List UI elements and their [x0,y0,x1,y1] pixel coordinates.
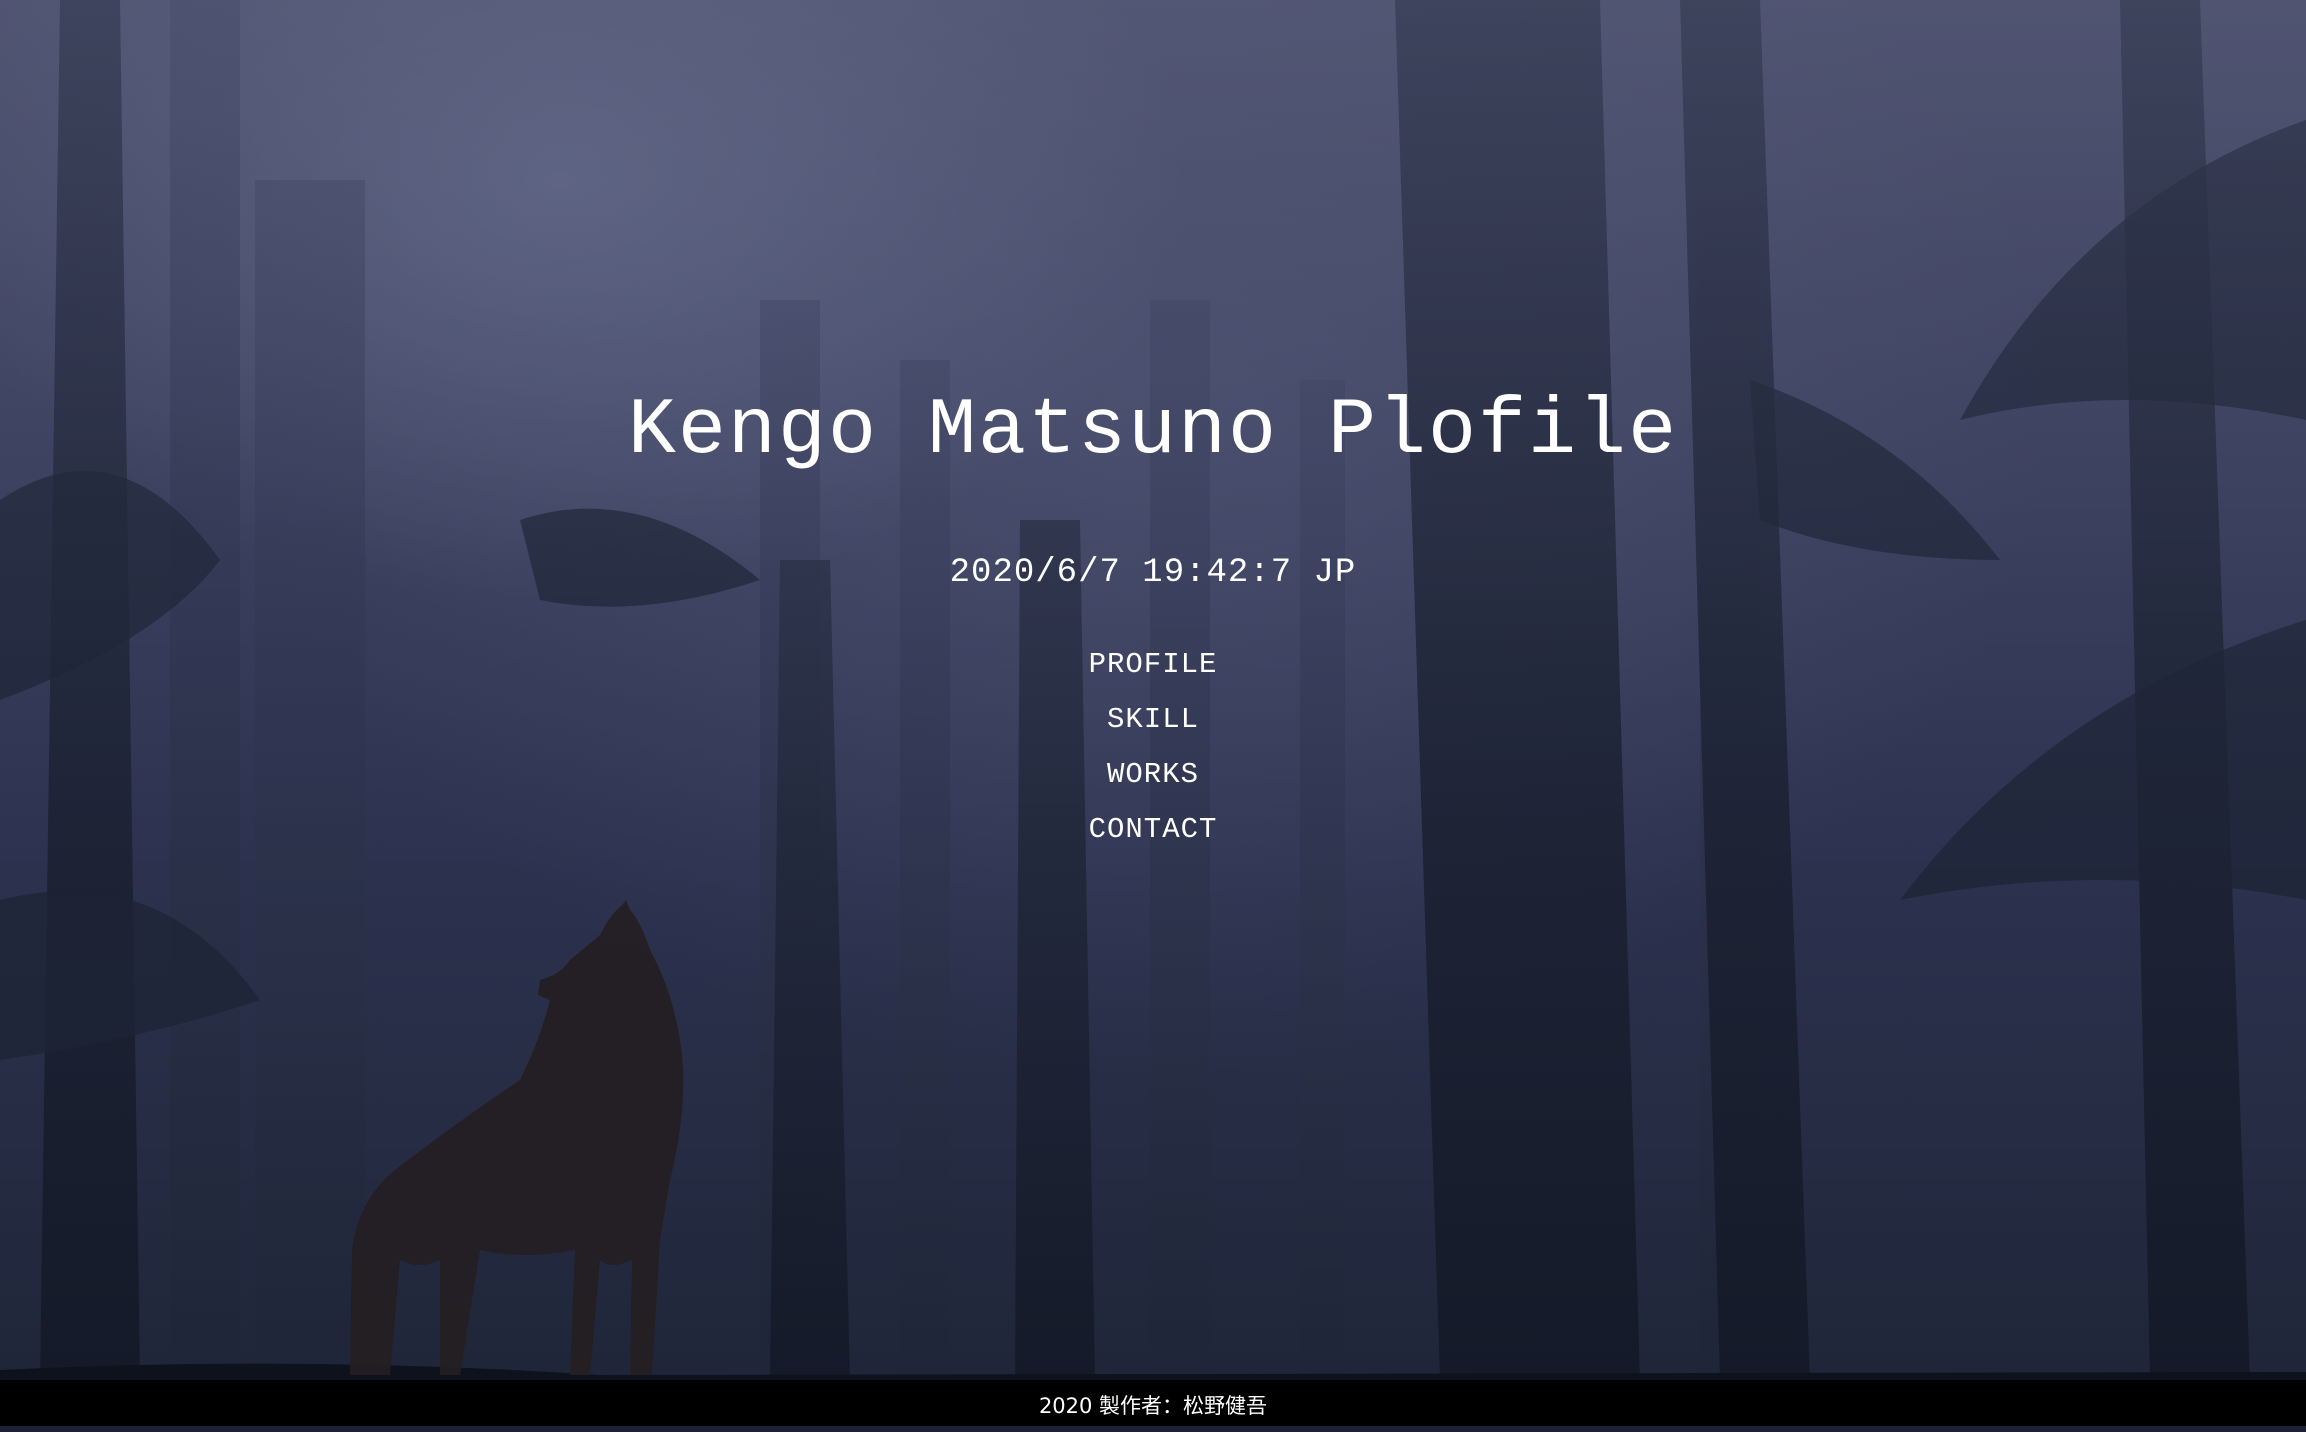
nav-link-profile[interactable]: PROFILE [1089,648,1218,681]
footer-credit: 2020 製作者：松野健吾 [1038,1394,1268,1418]
nav-item-profile: PROFILE [0,648,2306,703]
footer: 2020 製作者：松野健吾 [0,1380,2306,1426]
nav-item-works: WORKS [0,758,2306,813]
current-datetime: 2020/6/7 19:42:7 JP [949,554,1357,592]
nav-link-contact[interactable]: CONTACT [1089,813,1218,846]
nav-link-works[interactable]: WORKS [1107,758,1199,791]
nav-link-skill[interactable]: SKILL [1107,703,1199,736]
hero-section: Kengo Matsuno Plofile 2020/6/7 19:42:7 J… [0,0,2306,1380]
nav-item-skill: SKILL [0,703,2306,758]
page-title: Kengo Matsuno Plofile [627,386,1679,477]
main-nav: PROFILE SKILL WORKS CONTACT [0,648,2306,868]
nav-item-contact: CONTACT [0,813,2306,868]
